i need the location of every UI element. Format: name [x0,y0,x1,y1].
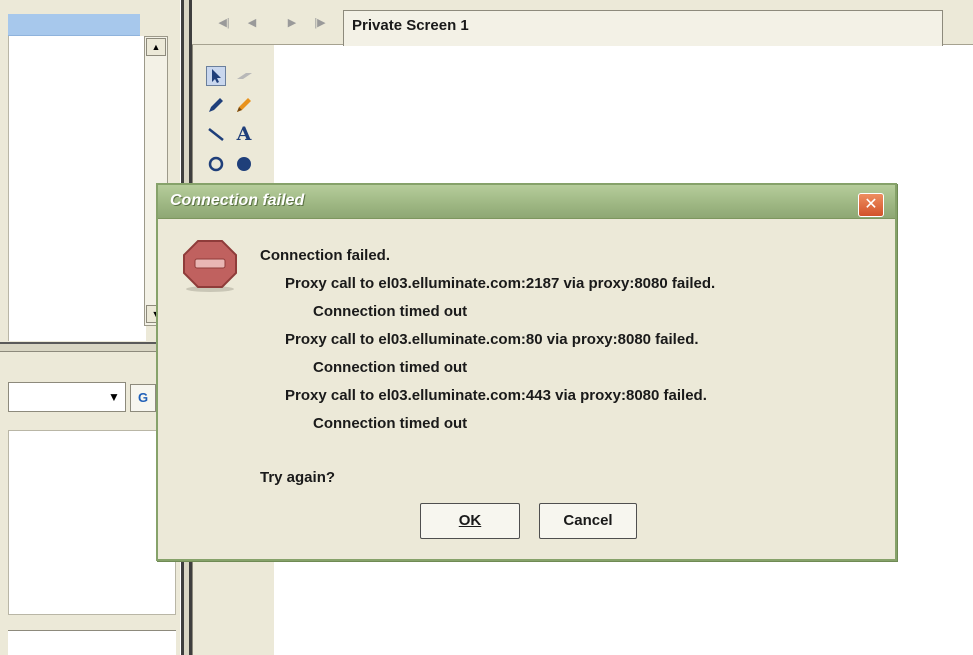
ok-button-label: OK [458,512,482,529]
previous-icon[interactable]: ◀ [243,14,261,32]
chat-input[interactable] [8,630,176,655]
close-button[interactable]: ✕ [858,193,884,217]
ellipse-icon[interactable] [206,153,226,173]
tab-private-screen[interactable]: Private Screen 1 [343,10,943,46]
last-icon[interactable]: |▶ [311,14,329,32]
error-reason-line: Connection timed out [313,359,468,376]
chat-area[interactable] [8,430,176,615]
participant-list-selected-row[interactable] [8,14,140,36]
stop-icon [178,237,242,293]
error-detail-line: Proxy call to el03.elluminate.com:2187 v… [285,275,716,292]
connection-failed-dialog: Connection failed ✕ Connection failed. P… [156,183,897,561]
screen-tab-label: Private Screen 1 [352,17,469,34]
dialog-heading: Connection failed. [260,247,391,264]
side-button-icon: G [137,390,149,405]
scroll-up-icon[interactable]: ▲ [146,38,166,56]
select-arrow-icon[interactable] [206,66,226,86]
highlighter-icon[interactable] [234,95,254,115]
error-detail-line: Proxy call to el03.elluminate.com:80 via… [285,331,699,348]
eraser-icon[interactable] [234,66,254,86]
error-detail-line: Proxy call to el03.elluminate.com:443 vi… [285,387,707,404]
line-icon[interactable] [206,124,226,144]
error-reason-line: Connection timed out [313,303,468,320]
chevron-down-icon[interactable]: ▼ [105,386,123,408]
close-icon: ✕ [864,196,878,213]
panel-divider[interactable] [0,342,180,352]
cancel-button[interactable]: Cancel [539,503,637,539]
side-button[interactable]: G [130,384,156,412]
filled-ellipse-icon[interactable] [234,153,254,173]
participant-list[interactable] [8,36,146,341]
retry-prompt: Try again? [260,469,336,486]
first-icon[interactable]: ◀| [215,14,233,32]
dialog-title: Connection failed [170,192,305,209]
next-icon[interactable]: ▶ [283,14,301,32]
error-reason-line: Connection timed out [313,415,468,432]
ok-button[interactable]: OK [420,503,520,539]
text-icon[interactable]: A [234,124,254,144]
cancel-button-label: Cancel [563,512,613,529]
pen-icon[interactable] [206,95,226,115]
dropdown-select[interactable]: ▼ [8,382,126,412]
dialog-title-bar[interactable]: Connection failed ✕ [158,185,895,219]
